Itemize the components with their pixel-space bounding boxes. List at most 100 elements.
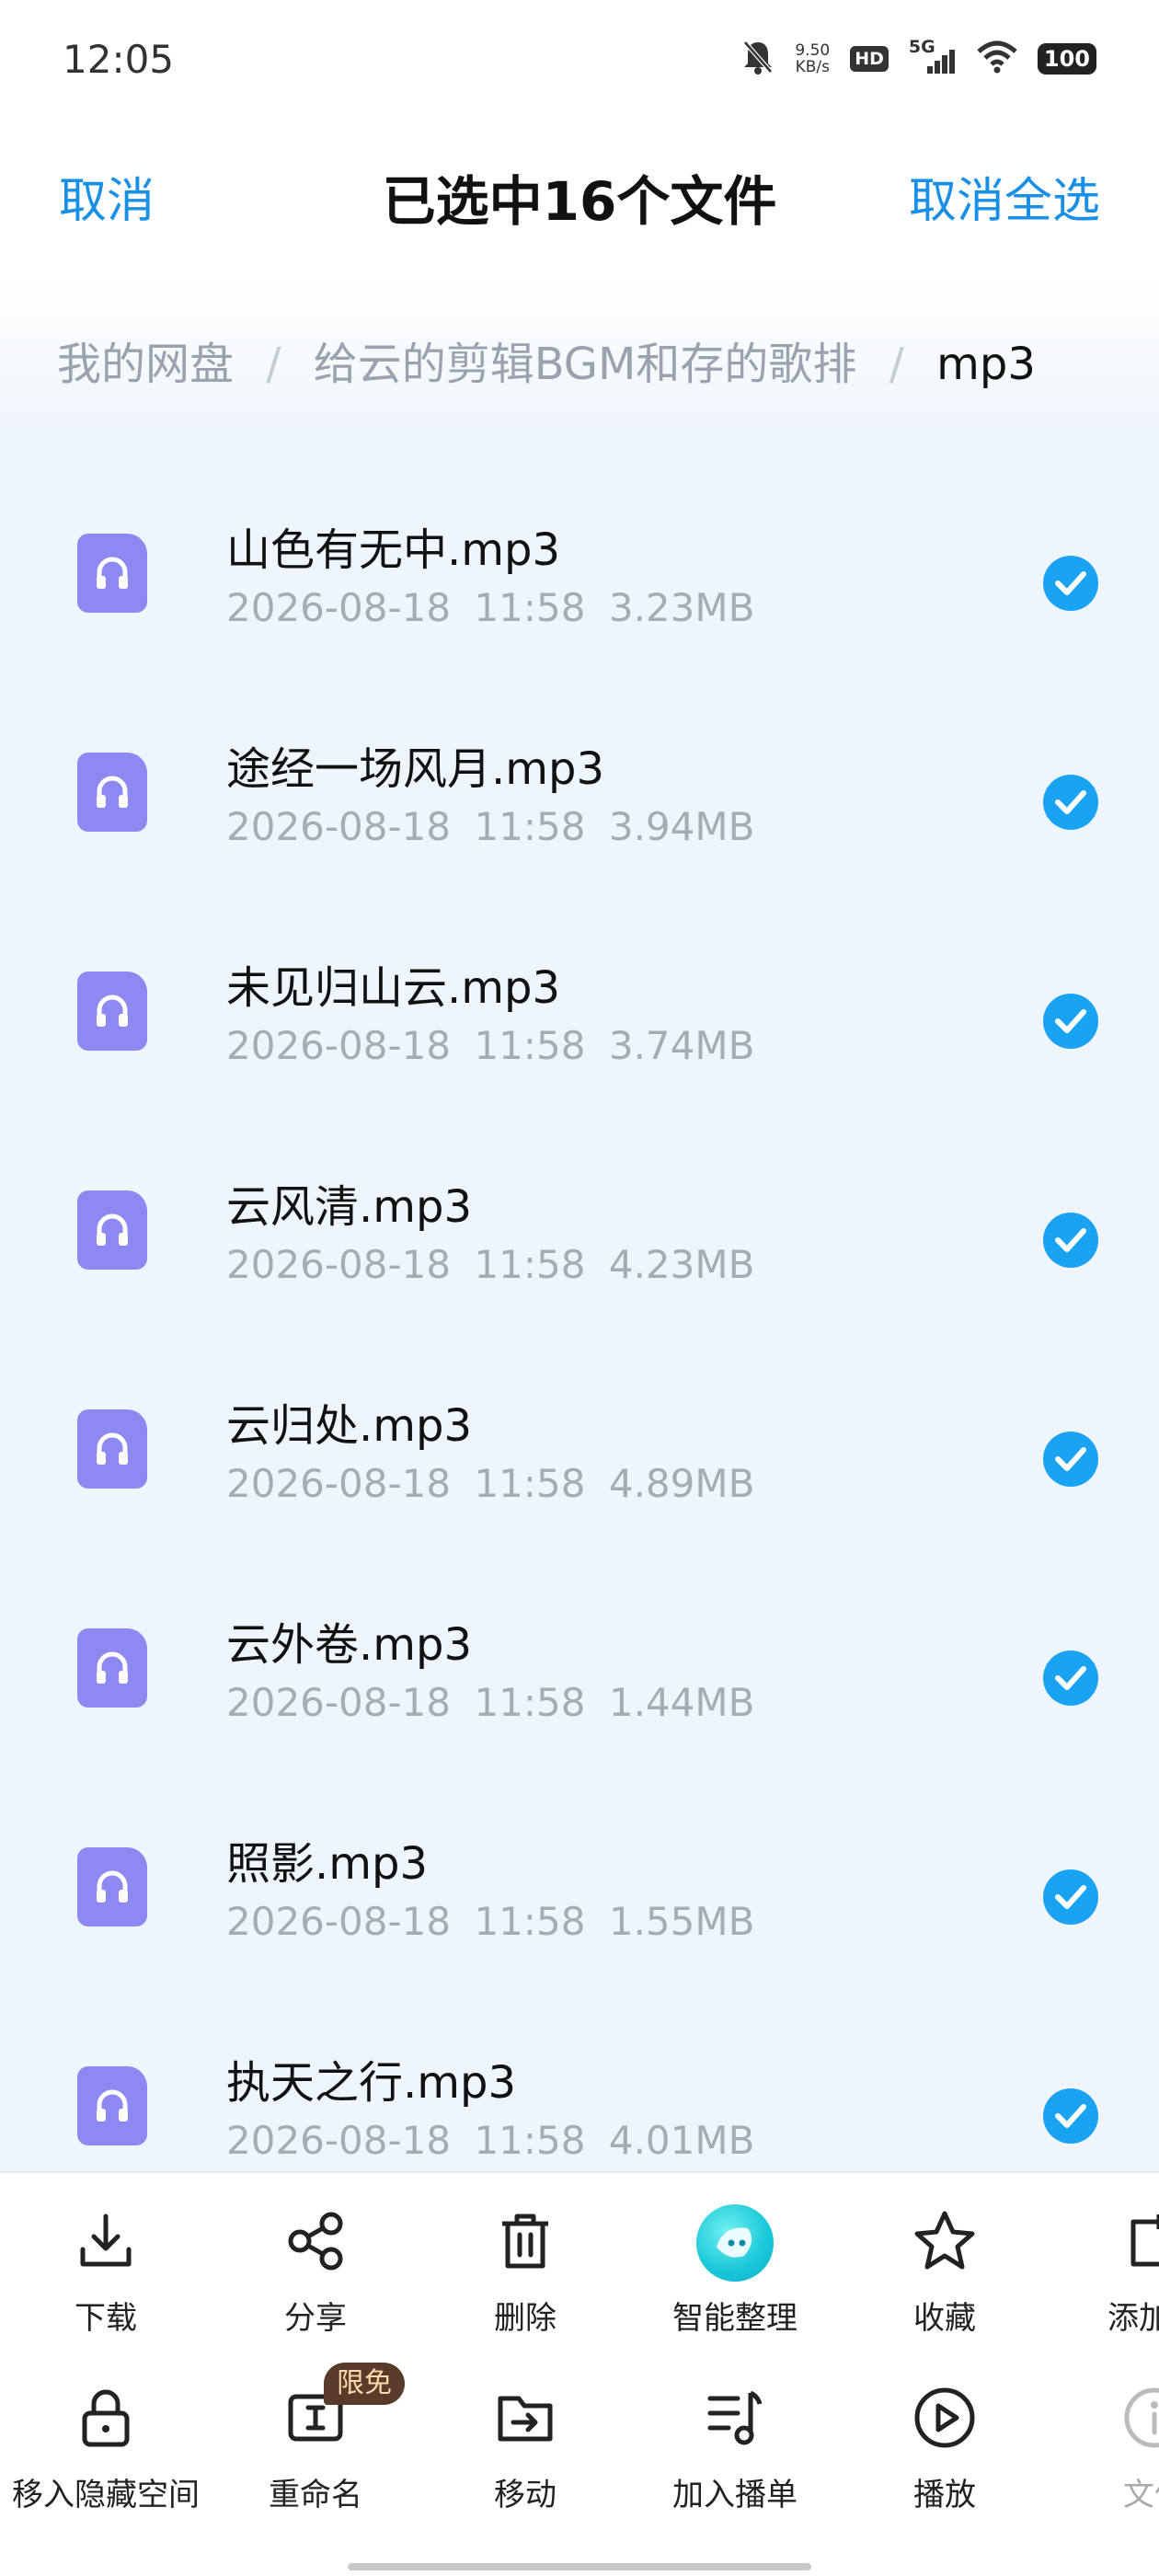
star-icon xyxy=(912,2208,978,2278)
checkbox-checked-icon[interactable] xyxy=(1043,556,1098,611)
checkbox-checked-icon[interactable] xyxy=(1043,2088,1098,2144)
file-date: 2026-08-18 xyxy=(226,1899,452,1944)
list-item[interactable]: 云归处.mp3 2026-08-18 11:58 4.89MB xyxy=(0,1317,1159,1536)
delete-label: 删除 xyxy=(494,2300,557,2337)
file-meta: 2026-08-18 11:58 3.94MB xyxy=(226,804,754,849)
breadcrumb: 我的网盘 / 给云的剪辑BGM和存的歌排 / mp3 xyxy=(0,276,1159,442)
bell-mute-icon xyxy=(741,39,775,79)
signal-5g-icon: 5G xyxy=(909,37,957,77)
breadcrumb-separator: / xyxy=(266,339,281,390)
file-time: 11:58 xyxy=(474,804,586,849)
share-label: 分享 xyxy=(284,2300,347,2337)
file-meta: 2026-08-18 11:58 3.74MB xyxy=(226,1023,754,1068)
audio-file-icon xyxy=(77,1409,147,1489)
breadcrumb-item-current: mp3 xyxy=(936,339,1036,390)
file-date: 2026-08-18 xyxy=(226,2118,452,2163)
audio-file-icon xyxy=(77,1847,147,1926)
move-icon xyxy=(493,2386,557,2454)
status-time: 12:05 xyxy=(63,37,175,82)
file-name: 照影.mp3 xyxy=(226,1838,429,1890)
add-to-button[interactable]: 添加到 xyxy=(1049,2206,1159,2338)
delete-button[interactable]: 删除 xyxy=(419,2206,631,2338)
breadcrumb-separator: / xyxy=(889,339,904,390)
add-to-playlist-button[interactable]: 加入播单 xyxy=(629,2383,841,2514)
move-to-hidden-space-label: 移入隐藏空间 xyxy=(12,2477,200,2513)
ai-organize-button[interactable]: 智能整理 xyxy=(629,2204,841,2338)
ai-organize-label: 智能整理 xyxy=(672,2300,798,2337)
checkbox-checked-icon[interactable] xyxy=(1043,1869,1098,1925)
file-date: 2026-08-18 xyxy=(226,1242,452,1287)
download-icon xyxy=(74,2209,138,2277)
list-item[interactable]: 云风清.mp3 2026-08-18 11:58 4.23MB xyxy=(0,1098,1159,1317)
breadcrumb-item-root[interactable]: 我的网盘 xyxy=(57,339,234,390)
audio-file-icon xyxy=(77,1628,147,1708)
file-size: 4.01MB xyxy=(608,2118,755,2163)
file-time: 11:58 xyxy=(474,1680,586,1725)
add-to-label: 添加到 xyxy=(1107,2300,1159,2337)
file-name: 执天之行.mp3 xyxy=(226,2057,517,2109)
file-size: 1.55MB xyxy=(608,1899,755,1944)
audio-file-icon xyxy=(77,534,147,613)
hd-icon: HD xyxy=(850,46,889,72)
file-name: 未见归山云.mp3 xyxy=(226,962,561,1014)
list-item[interactable]: 照影.mp3 2026-08-18 11:58 1.55MB xyxy=(0,1755,1159,1974)
download-label: 下载 xyxy=(75,2300,137,2337)
free-badge: 限免 xyxy=(324,2363,405,2405)
file-info-button[interactable]: 文件 xyxy=(1049,2383,1159,2514)
file-name: 云风清.mp3 xyxy=(226,1181,473,1233)
play-icon xyxy=(912,2385,978,2455)
file-date: 2026-08-18 xyxy=(226,804,452,849)
move-to-hidden-space-button[interactable]: 移入隐藏空间 xyxy=(0,2383,212,2514)
audio-file-icon xyxy=(77,972,147,1051)
file-time: 11:58 xyxy=(474,1899,586,1944)
share-button[interactable]: 分享 xyxy=(210,2206,421,2338)
checkbox-checked-icon[interactable] xyxy=(1043,994,1098,1049)
action-toolbar: 下载 分享 删除 智能整理 收藏 添加到 移入隐藏空间 重命名 移动 加入播单 … xyxy=(0,2171,1159,2576)
checkbox-checked-icon[interactable] xyxy=(1043,1650,1098,1706)
file-name: 山色有无中.mp3 xyxy=(226,524,561,576)
file-time: 11:58 xyxy=(474,2118,586,2163)
file-date: 2026-08-18 xyxy=(226,1023,452,1068)
move-label: 移动 xyxy=(494,2477,557,2513)
breadcrumb-item-folder[interactable]: 给云的剪辑BGM和存的歌排 xyxy=(314,339,857,390)
info-icon xyxy=(1121,2385,1159,2455)
file-date: 2026-08-18 xyxy=(226,585,452,630)
list-item[interactable]: 云外卷.mp3 2026-08-18 11:58 1.44MB xyxy=(0,1536,1159,1755)
file-time: 11:58 xyxy=(474,1461,586,1506)
favorite-button[interactable]: 收藏 xyxy=(839,2206,1050,2338)
lock-icon xyxy=(74,2386,138,2454)
checkbox-checked-icon[interactable] xyxy=(1043,775,1098,830)
playlist-add-icon xyxy=(703,2386,767,2454)
list-item[interactable]: 未见归山云.mp3 2026-08-18 11:58 3.74MB xyxy=(0,880,1159,1098)
file-size: 3.23MB xyxy=(608,585,755,630)
file-time: 11:58 xyxy=(474,1242,586,1287)
status-bar: 12:05 9.50 KB/s HD 5G 100 xyxy=(0,0,1159,120)
file-meta: 2026-08-18 11:58 1.55MB xyxy=(226,1899,754,1944)
file-size: 1.44MB xyxy=(608,1680,755,1725)
net-speed-unit: KB/s xyxy=(795,58,830,76)
checkbox-checked-icon[interactable] xyxy=(1043,1213,1098,1268)
file-meta: 2026-08-18 11:58 1.44MB xyxy=(226,1680,754,1725)
file-meta: 2026-08-18 11:58 4.89MB xyxy=(226,1461,754,1506)
file-size: 3.74MB xyxy=(608,1023,755,1068)
home-indicator[interactable] xyxy=(348,2563,811,2570)
list-item[interactable]: 途经一场风月.mp3 2026-08-18 11:58 3.94MB xyxy=(0,661,1159,880)
file-name: 途经一场风月.mp3 xyxy=(226,743,605,795)
file-date: 2026-08-18 xyxy=(226,1680,452,1725)
file-list[interactable]: 山色有无中.mp3 2026-08-18 11:58 3.23MB 途经一场风月… xyxy=(0,442,1159,2171)
deselect-all-button[interactable]: 取消全选 xyxy=(909,162,1100,231)
list-item[interactable]: 山色有无中.mp3 2026-08-18 11:58 3.23MB xyxy=(0,442,1159,661)
add-to-icon xyxy=(1122,2209,1159,2277)
play-button[interactable]: 播放 xyxy=(839,2383,1050,2514)
file-name: 云归处.mp3 xyxy=(226,1400,473,1452)
download-button[interactable]: 下载 xyxy=(0,2206,212,2338)
share-icon xyxy=(283,2209,348,2277)
list-item[interactable]: 执天之行.mp3 2026-08-18 11:58 4.01MB xyxy=(0,1974,1159,2171)
file-meta: 2026-08-18 11:58 4.01MB xyxy=(226,2118,754,2163)
move-button[interactable]: 移动 xyxy=(419,2383,631,2514)
file-size: 3.94MB xyxy=(608,804,755,849)
checkbox-checked-icon[interactable] xyxy=(1043,1432,1098,1487)
net-speed-value: 9.50 xyxy=(795,41,831,60)
file-meta: 2026-08-18 11:58 3.23MB xyxy=(226,585,754,630)
file-time: 11:58 xyxy=(474,1023,586,1068)
